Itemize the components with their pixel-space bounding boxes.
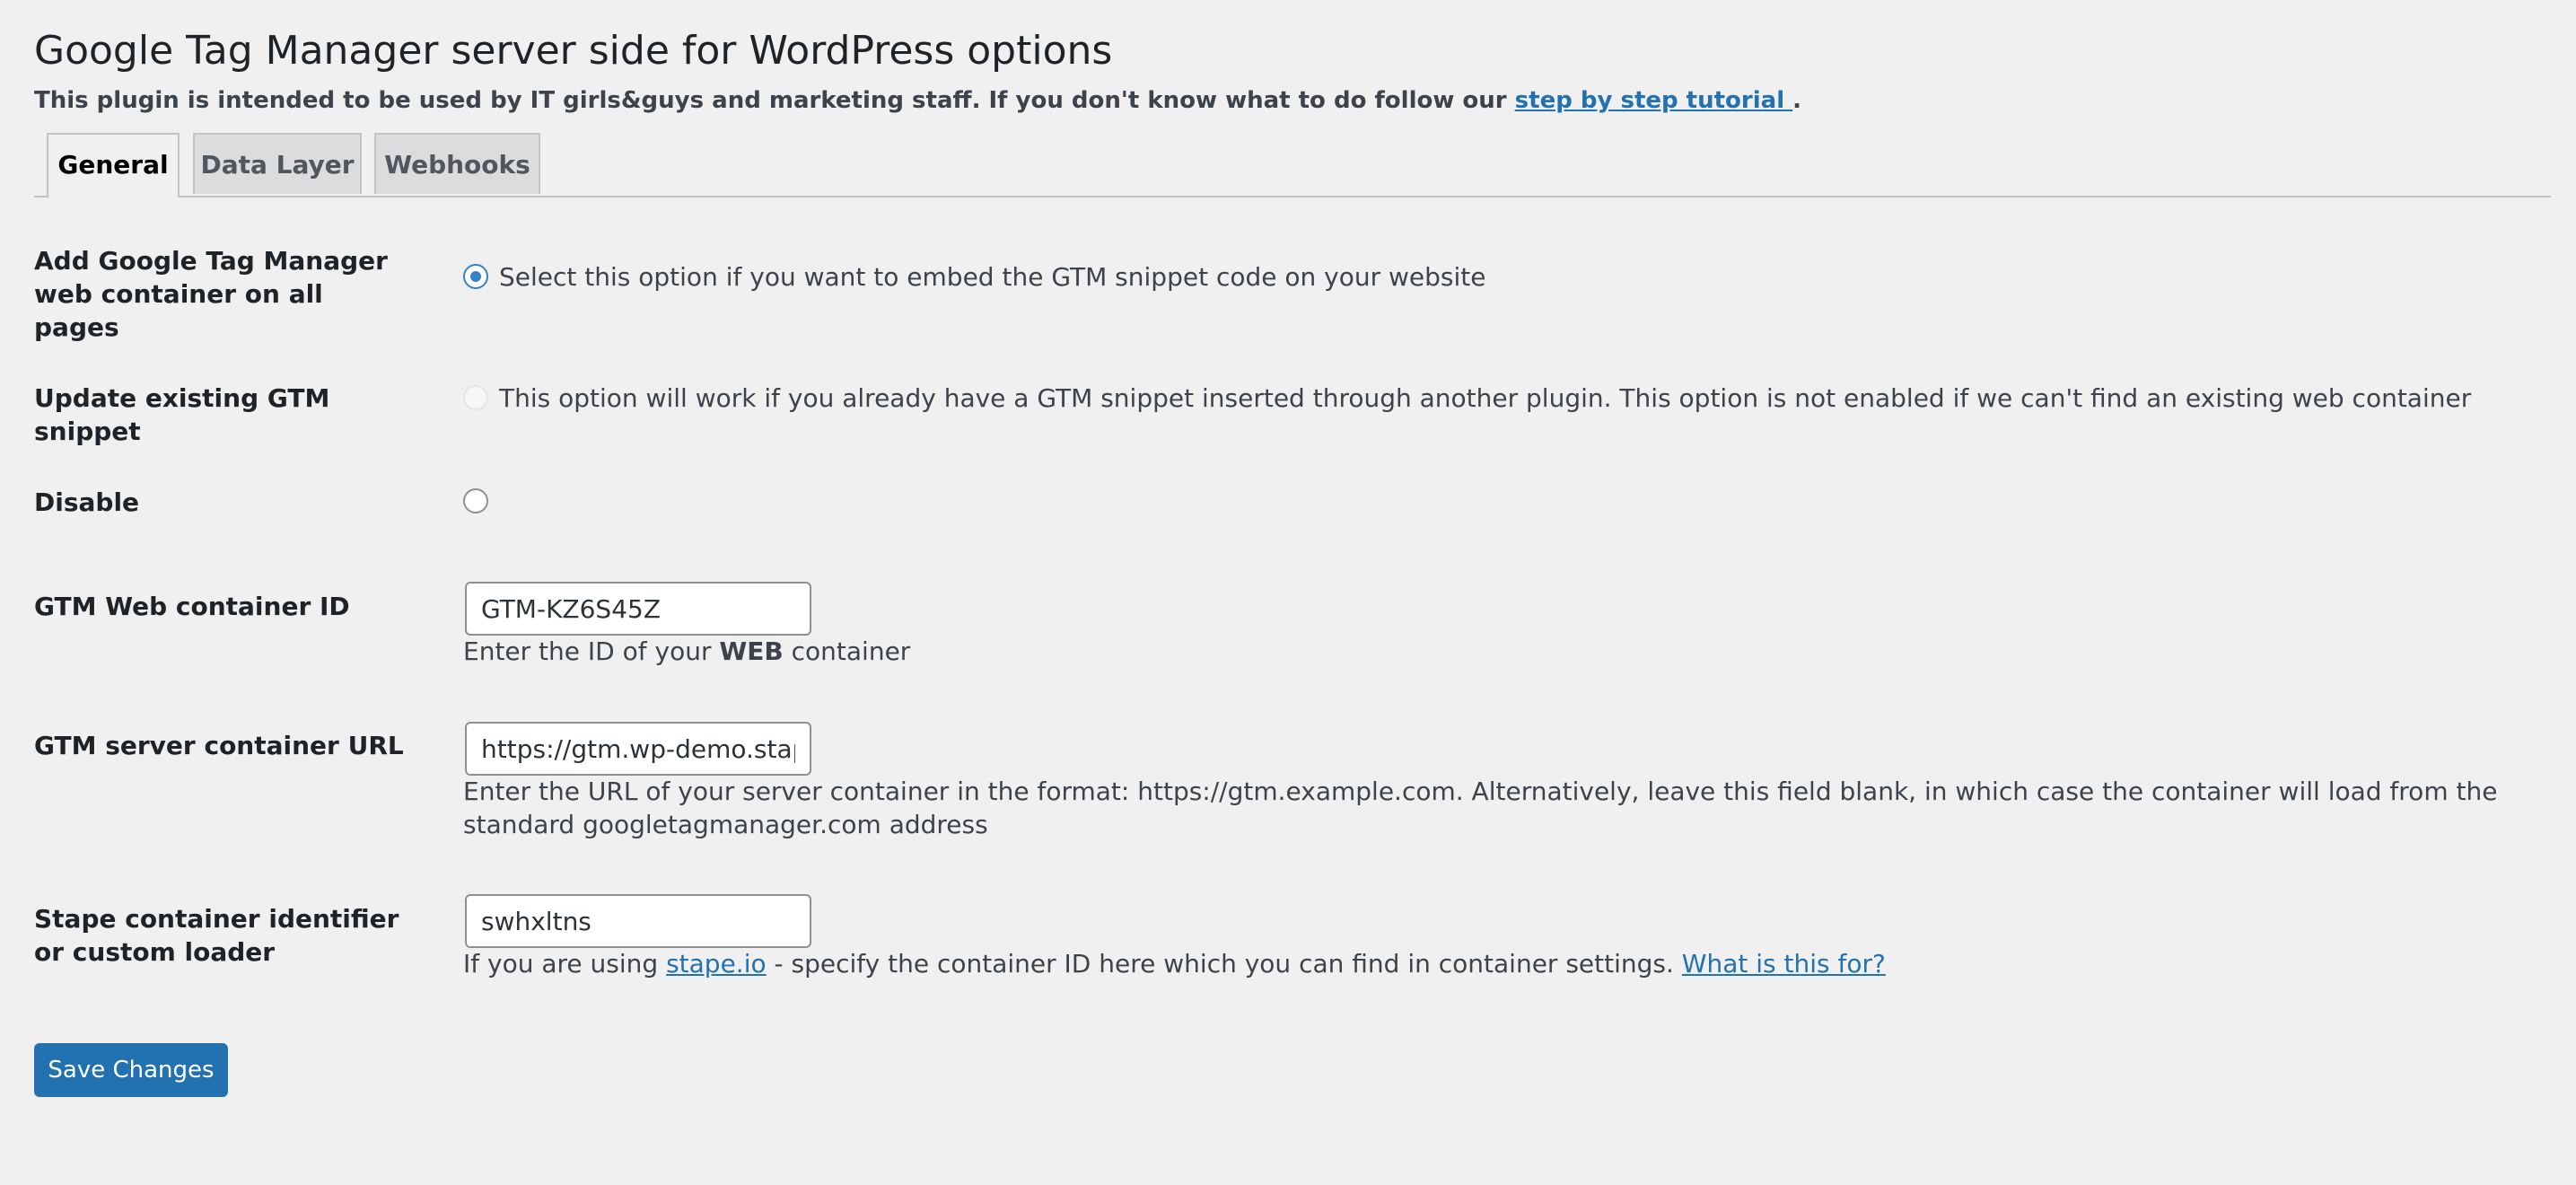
disable-label: Disable [34, 487, 140, 517]
stape-identifier-input[interactable] [465, 894, 811, 948]
server-container-url-label: GTM server container URL [34, 731, 404, 760]
add-container-radio[interactable] [463, 264, 488, 289]
web-container-id-desc-start: Enter the ID of your [463, 636, 720, 666]
web-container-id-label: GTM Web container ID [34, 592, 350, 621]
web-container-id-description: Enter the ID of your WEB container [463, 635, 910, 668]
server-container-url-input[interactable] [465, 722, 811, 776]
page-title: Google Tag Manager server side for WordP… [34, 28, 1113, 74]
tab-general[interactable]: General [47, 133, 180, 198]
stape-desc-middle: - specify the container ID here which yo… [766, 949, 1682, 979]
web-container-id-desc-bold: WEB [719, 636, 784, 666]
stape-io-link[interactable]: stape.io [666, 949, 767, 979]
web-container-id-input[interactable] [465, 582, 811, 636]
stape-identifier-description: If you are using stape.io - specify the … [463, 947, 1886, 980]
update-snippet-radio [463, 385, 488, 410]
tutorial-link[interactable]: step by step tutorial [1515, 87, 1793, 114]
update-snippet-text: This option will work if you already hav… [499, 383, 2472, 413]
stape-desc-start: If you are using [463, 949, 667, 979]
intro-text-end: . [1792, 87, 1802, 114]
disable-radio[interactable] [463, 488, 488, 514]
intro-text-main: This plugin is intended to be used by IT… [34, 87, 1515, 114]
web-container-id-desc-end: container [783, 636, 911, 666]
tab-webhooks[interactable]: Webhooks [374, 133, 540, 194]
add-container-text: Select this option if you want to embed … [499, 262, 1486, 292]
stape-identifier-label: Stape container identifier or custom loa… [34, 904, 399, 967]
what-is-this-for-link[interactable]: What is this for? [1682, 949, 1886, 979]
save-changes-button[interactable]: Save Changes [34, 1043, 228, 1097]
tab-bar: General Data Layer Webhooks [34, 133, 2551, 198]
add-container-label: Add Google Tag Manager web container on … [34, 246, 388, 342]
tab-data-layer[interactable]: Data Layer [193, 133, 362, 194]
server-container-url-description: Enter the URL of your server container i… [463, 777, 2498, 839]
update-snippet-label: Update existing GTM snippet [34, 383, 330, 446]
intro-text: This plugin is intended to be used by IT… [34, 84, 1801, 117]
